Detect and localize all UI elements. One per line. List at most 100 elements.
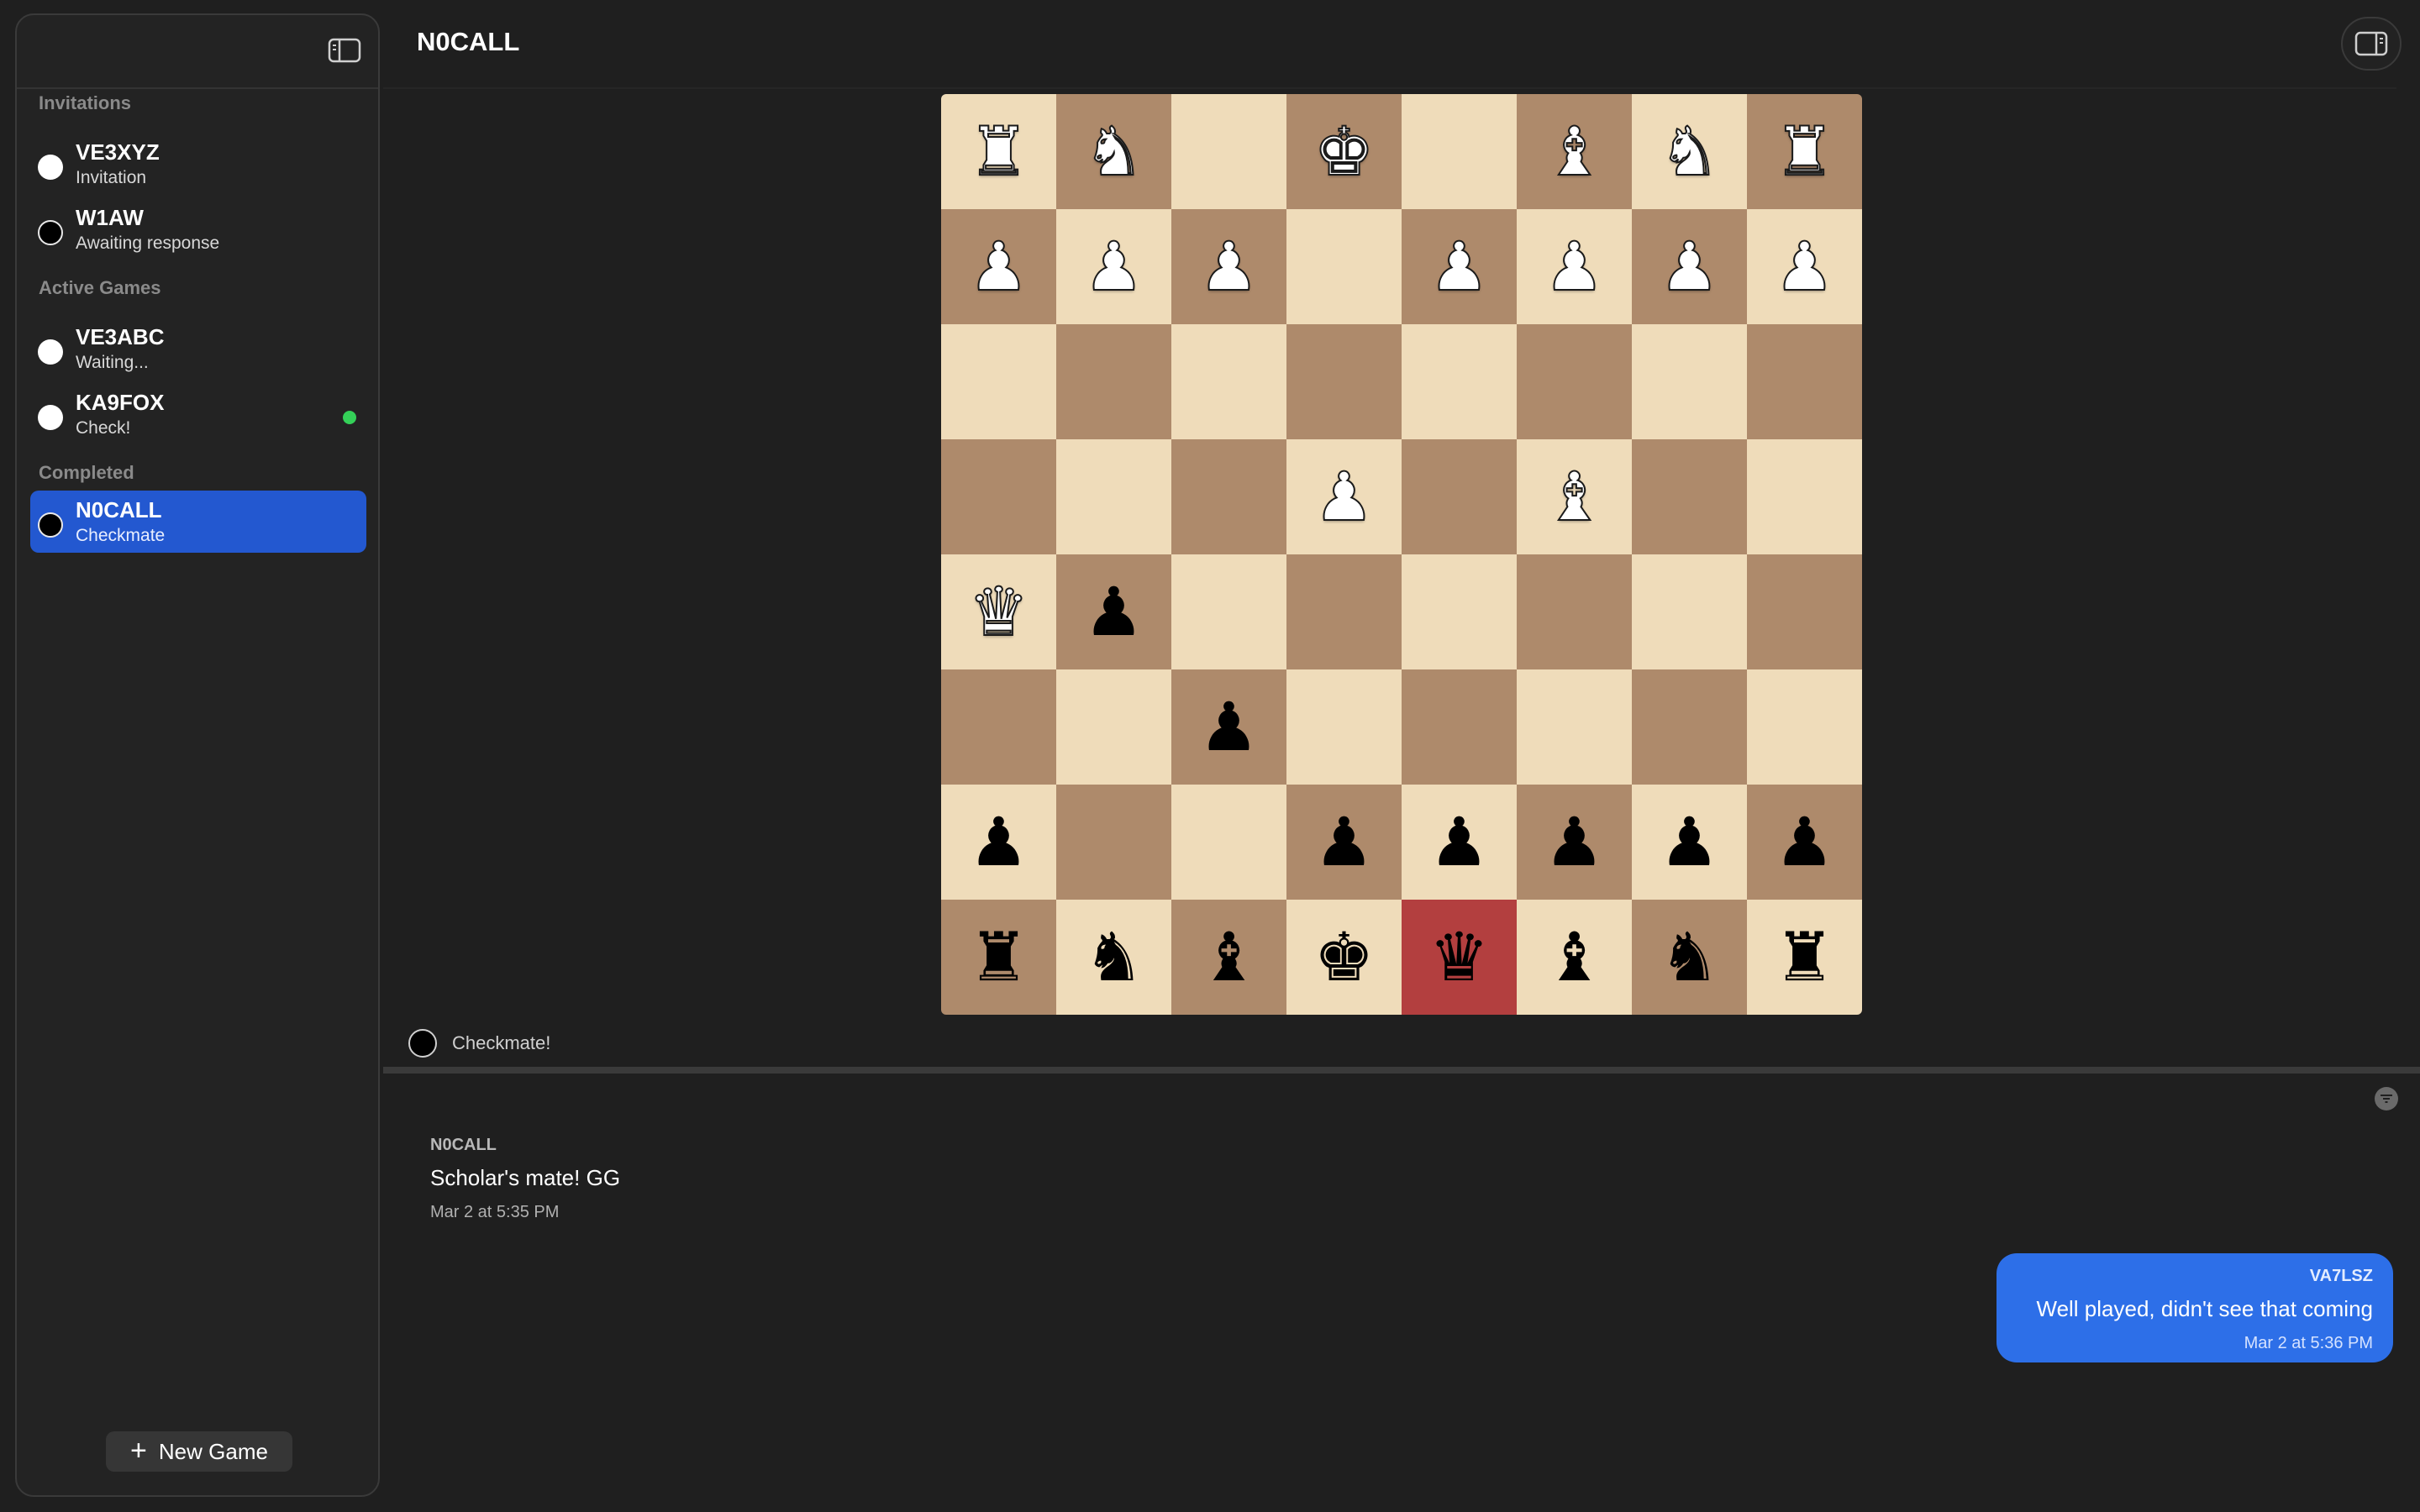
square-c8[interactable]: ♝ (1517, 94, 1632, 209)
square-f1[interactable]: ♝ (1171, 900, 1286, 1015)
square-g7[interactable]: ♟ (1056, 209, 1171, 324)
square-b3[interactable] (1632, 669, 1747, 785)
square-h8[interactable]: ♜ (941, 94, 1056, 209)
black-knight-icon[interactable]: ♞ (1660, 923, 1720, 991)
game-item-ve3abc[interactable]: VE3ABC Waiting... (30, 318, 366, 380)
square-c1[interactable]: ♝ (1517, 900, 1632, 1015)
white-king-icon[interactable]: ♚ (1313, 117, 1376, 186)
black-pawn-icon[interactable]: ♟ (1084, 578, 1144, 646)
black-knight-icon[interactable]: ♞ (1084, 923, 1144, 991)
white-pawn-icon[interactable]: ♟ (1774, 232, 1836, 301)
square-b6[interactable] (1632, 324, 1747, 439)
square-e1[interactable]: ♚ (1286, 900, 1402, 1015)
black-king-icon[interactable]: ♚ (1314, 923, 1375, 991)
square-a2[interactable]: ♟ (1747, 785, 1862, 900)
square-b7[interactable]: ♟ (1632, 209, 1747, 324)
game-item-ve3xyz[interactable]: VE3XYZ Invitation (30, 133, 366, 195)
square-c6[interactable] (1517, 324, 1632, 439)
filter-button[interactable] (2375, 1087, 2398, 1110)
square-d3[interactable] (1402, 669, 1517, 785)
square-e6[interactable] (1286, 324, 1402, 439)
square-e2[interactable]: ♟ (1286, 785, 1402, 900)
black-bishop-icon[interactable]: ♝ (1199, 923, 1260, 991)
square-g1[interactable]: ♞ (1056, 900, 1171, 1015)
square-b4[interactable] (1632, 554, 1747, 669)
black-pawn-icon[interactable]: ♟ (1660, 808, 1720, 876)
white-knight-icon[interactable]: ♞ (1083, 117, 1145, 186)
white-queen-icon[interactable]: ♛ (968, 577, 1030, 646)
square-a1[interactable]: ♜ (1747, 900, 1862, 1015)
chat-splitter-handle[interactable] (383, 1067, 2420, 1074)
square-h6[interactable] (941, 324, 1056, 439)
square-c2[interactable]: ♟ (1517, 785, 1632, 900)
square-c3[interactable] (1517, 669, 1632, 785)
square-d1[interactable]: ♛ (1402, 900, 1517, 1015)
black-rook-icon[interactable]: ♜ (1775, 923, 1835, 991)
square-d6[interactable] (1402, 324, 1517, 439)
square-f6[interactable] (1171, 324, 1286, 439)
black-pawn-icon[interactable]: ♟ (1429, 808, 1490, 876)
square-g5[interactable] (1056, 439, 1171, 554)
square-d8[interactable] (1402, 94, 1517, 209)
game-item-n0call[interactable]: N0CALL Checkmate (30, 491, 366, 553)
sidebar-toggle-button[interactable] (326, 32, 363, 69)
square-a3[interactable] (1747, 669, 1862, 785)
white-bishop-icon[interactable]: ♝ (1544, 117, 1606, 186)
inspector-toggle-button[interactable] (2341, 17, 2402, 71)
square-h7[interactable]: ♟ (941, 209, 1056, 324)
square-e8[interactable]: ♚ (1286, 94, 1402, 209)
square-f3[interactable]: ♟ (1171, 669, 1286, 785)
square-f4[interactable] (1171, 554, 1286, 669)
black-queen-icon[interactable]: ♛ (1429, 923, 1490, 991)
black-pawn-icon[interactable]: ♟ (1314, 808, 1375, 876)
square-c5[interactable]: ♝ (1517, 439, 1632, 554)
square-e4[interactable] (1286, 554, 1402, 669)
white-pawn-icon[interactable]: ♟ (1659, 232, 1721, 301)
white-pawn-icon[interactable]: ♟ (1198, 232, 1260, 301)
square-g3[interactable] (1056, 669, 1171, 785)
game-item-w1aw[interactable]: W1AW Awaiting response (30, 198, 366, 260)
square-d4[interactable] (1402, 554, 1517, 669)
white-pawn-icon[interactable]: ♟ (1544, 232, 1606, 301)
black-pawn-icon[interactable]: ♟ (1199, 693, 1260, 761)
square-g8[interactable]: ♞ (1056, 94, 1171, 209)
black-bishop-icon[interactable]: ♝ (1544, 923, 1605, 991)
square-f8[interactable] (1171, 94, 1286, 209)
square-c4[interactable] (1517, 554, 1632, 669)
white-rook-icon[interactable]: ♜ (1774, 117, 1836, 186)
new-game-button[interactable]: + New Game (106, 1431, 292, 1472)
square-f5[interactable] (1171, 439, 1286, 554)
square-h2[interactable]: ♟ (941, 785, 1056, 900)
square-h5[interactable] (941, 439, 1056, 554)
square-a8[interactable]: ♜ (1747, 94, 1862, 209)
square-g4[interactable]: ♟ (1056, 554, 1171, 669)
black-pawn-icon[interactable]: ♟ (1544, 808, 1605, 876)
square-e5[interactable]: ♟ (1286, 439, 1402, 554)
black-rook-icon[interactable]: ♜ (969, 923, 1029, 991)
white-pawn-icon[interactable]: ♟ (1428, 232, 1491, 301)
square-d5[interactable] (1402, 439, 1517, 554)
square-g2[interactable] (1056, 785, 1171, 900)
white-pawn-icon[interactable]: ♟ (1313, 462, 1376, 531)
white-pawn-icon[interactable]: ♟ (1083, 232, 1145, 301)
white-bishop-icon[interactable]: ♝ (1544, 462, 1606, 531)
square-e3[interactable] (1286, 669, 1402, 785)
square-f2[interactable] (1171, 785, 1286, 900)
black-pawn-icon[interactable]: ♟ (1775, 808, 1835, 876)
square-d2[interactable]: ♟ (1402, 785, 1517, 900)
square-a4[interactable] (1747, 554, 1862, 669)
square-h1[interactable]: ♜ (941, 900, 1056, 1015)
white-pawn-icon[interactable]: ♟ (968, 232, 1030, 301)
game-item-ka9fox[interactable]: KA9FOX Check! (30, 383, 366, 445)
black-pawn-icon[interactable]: ♟ (969, 808, 1029, 876)
square-b2[interactable]: ♟ (1632, 785, 1747, 900)
white-knight-icon[interactable]: ♞ (1659, 117, 1721, 186)
square-b8[interactable]: ♞ (1632, 94, 1747, 209)
square-a6[interactable] (1747, 324, 1862, 439)
square-b5[interactable] (1632, 439, 1747, 554)
square-h4[interactable]: ♛ (941, 554, 1056, 669)
square-a5[interactable] (1747, 439, 1862, 554)
square-c7[interactable]: ♟ (1517, 209, 1632, 324)
square-d7[interactable]: ♟ (1402, 209, 1517, 324)
square-h3[interactable] (941, 669, 1056, 785)
